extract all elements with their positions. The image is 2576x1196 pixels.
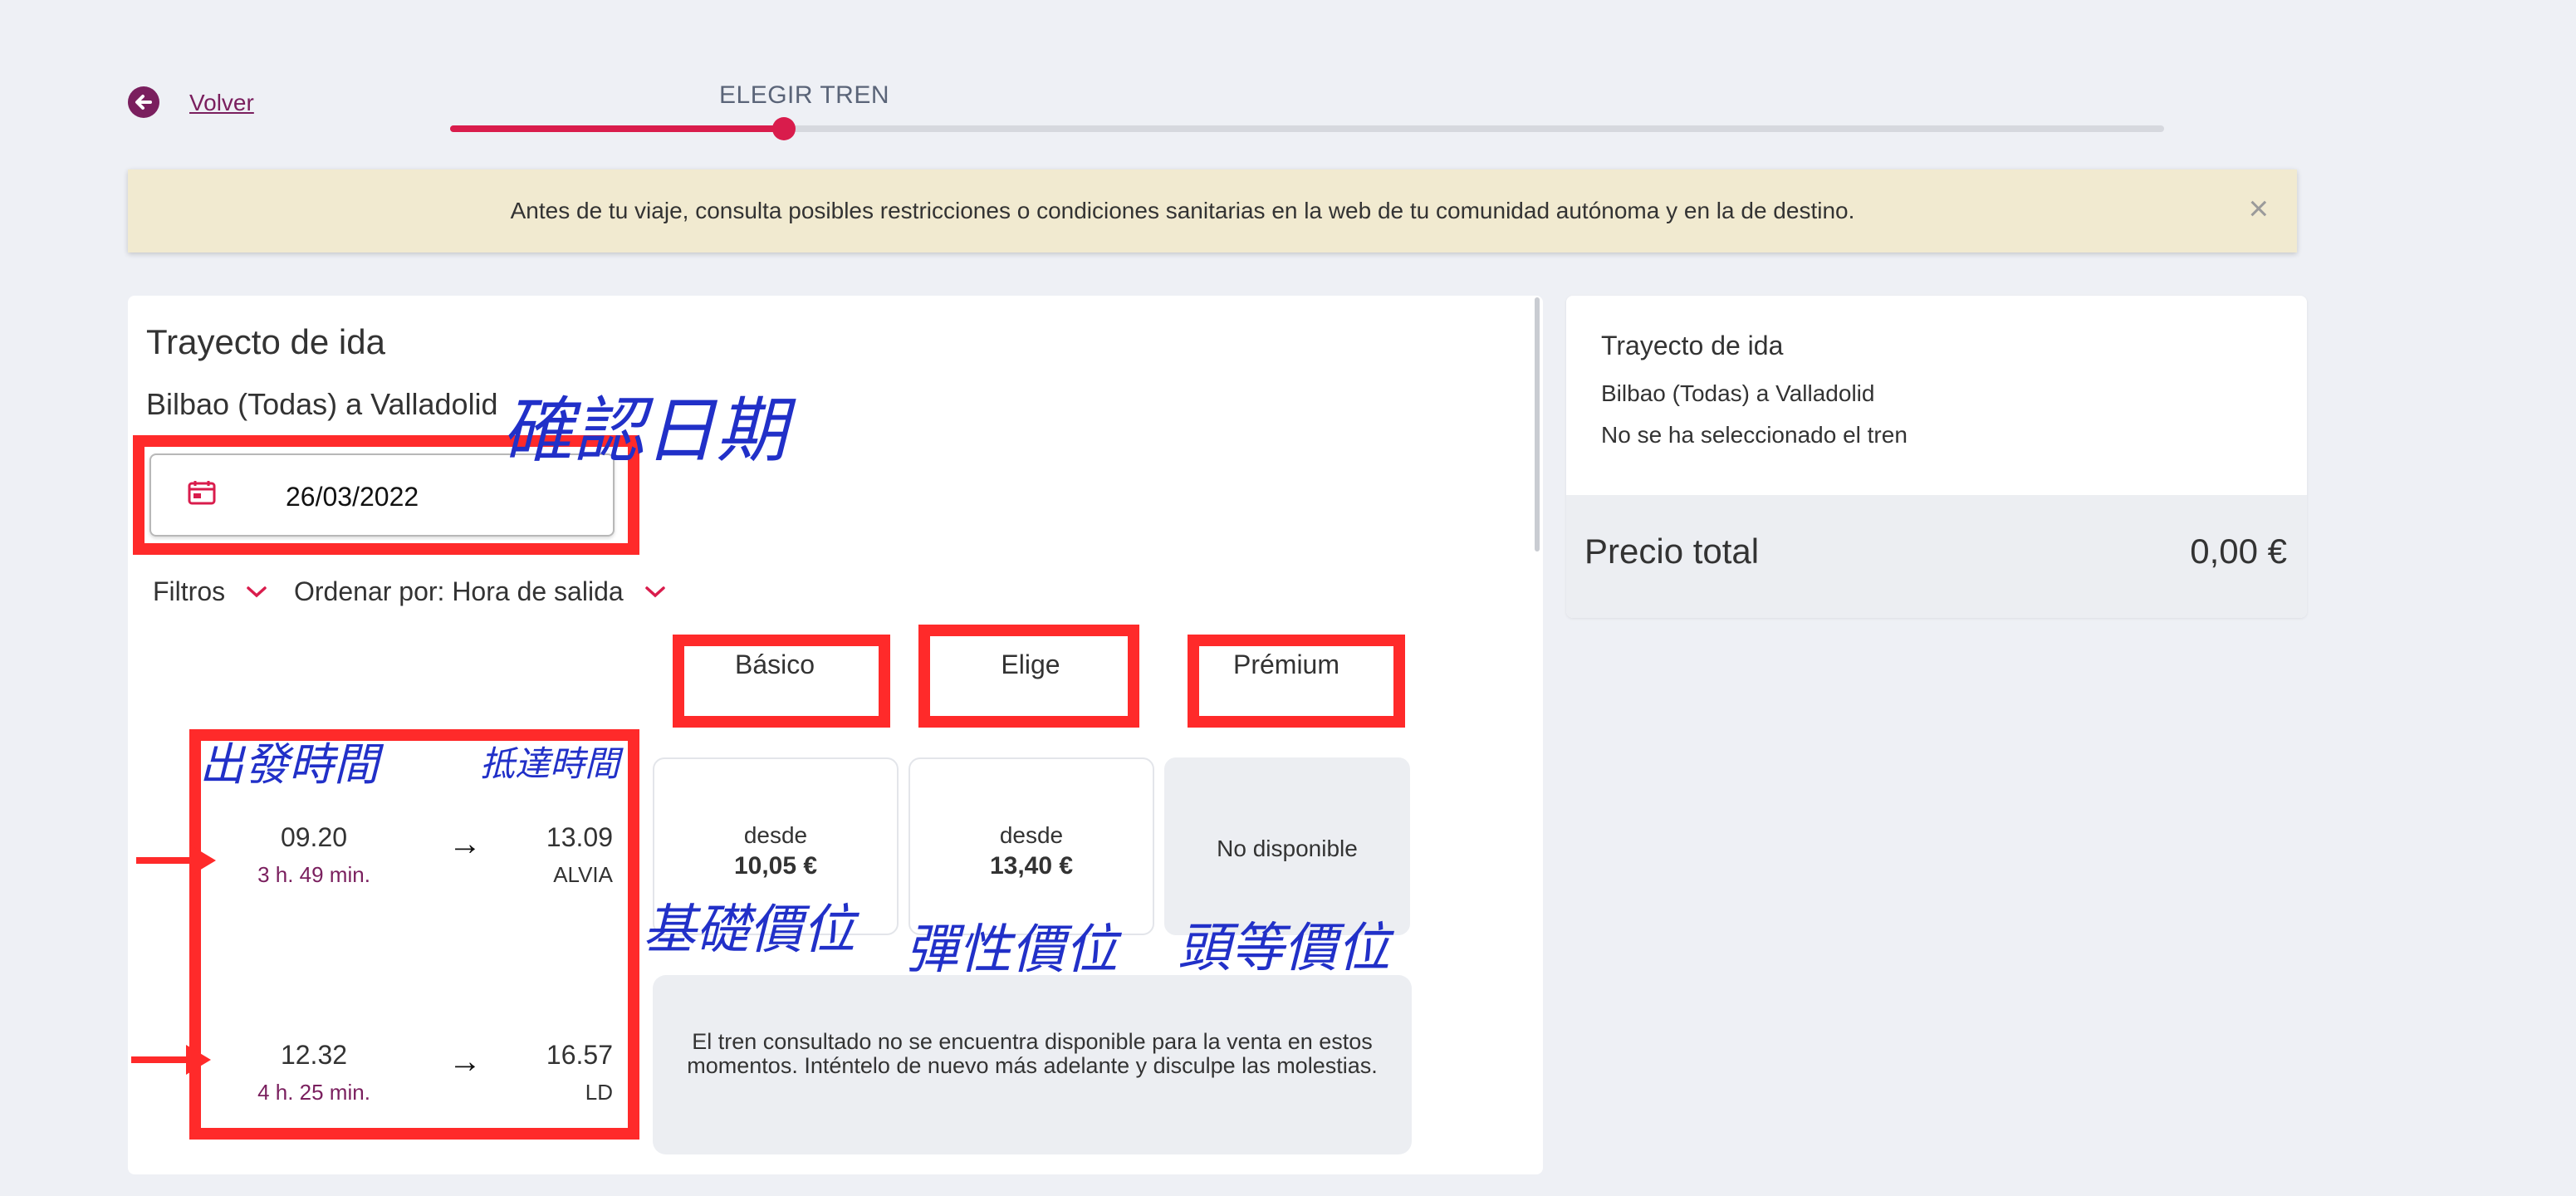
fare-from-label: desde	[743, 822, 808, 848]
annotation-arrow-icon	[131, 1045, 211, 1075]
scrollbar[interactable]	[1535, 297, 1540, 551]
summary-title: Trayecto de ida	[1601, 331, 1784, 360]
step-label: ELEGIR TREN	[719, 81, 889, 109]
annotation-box-elige	[918, 625, 1139, 728]
back-link[interactable]: Volver	[189, 90, 254, 116]
summary-route: Bilbao (Todas) a Valladolid	[1601, 380, 1875, 406]
annotation-basic-fare: 基礎價位	[643, 899, 855, 961]
chevron-down-icon[interactable]	[246, 585, 267, 604]
fare-unavailable: No disponible	[1217, 836, 1358, 861]
total-price-bar: Precio total 0,00 €	[1566, 495, 2307, 618]
outbound-route: Bilbao (Todas) a Valladolid	[146, 387, 498, 421]
annotation-arrival-time: 抵達時間	[480, 743, 620, 784]
annotation-box-premium	[1188, 635, 1405, 728]
total-price-value: 0,00 €	[2190, 532, 2287, 571]
close-icon[interactable]: ×	[2248, 191, 2269, 226]
trip-summary-card: Trayecto de ida Bilbao (Todas) a Vallado…	[1566, 296, 2307, 618]
fare-from-label: desde	[999, 822, 1064, 848]
annotation-first-class-fare: 頭等價位	[1178, 918, 1390, 979]
total-price-label: Precio total	[1584, 532, 1760, 571]
chevron-down-icon[interactable]	[644, 585, 666, 604]
summary-status: No se ha seleccionado el tren	[1601, 422, 1908, 448]
fare-price: 10,05 €	[733, 852, 818, 880]
travel-notice-banner: Antes de tu viaje, consulta posibles res…	[128, 169, 2297, 252]
notice-text: Antes de tu viaje, consulta posibles res…	[510, 198, 1855, 223]
annotation-departure-time: 出發時間	[199, 738, 379, 791]
annotation-flexible-fare: 彈性價位	[905, 919, 1118, 981]
progress-fill	[450, 125, 785, 132]
annotation-arrow-icon	[136, 846, 216, 875]
train-unavailable-panel: El tren consultado no se encuentra dispo…	[653, 975, 1412, 1154]
fare-price: 13,40 €	[989, 852, 1074, 880]
sort-dropdown[interactable]: Ordenar por: Hora de salida	[294, 576, 624, 607]
back-arrow-icon[interactable]	[128, 86, 159, 118]
unavailable-message: El tren consultado no se encuentra dispo…	[687, 1029, 1378, 1078]
progress-bar	[450, 125, 2164, 132]
annotation-box-basico	[673, 635, 890, 728]
filters-button[interactable]: Filtros	[153, 576, 225, 607]
outbound-title: Trayecto de ida	[146, 322, 385, 361]
progress-step-dot	[772, 117, 796, 140]
annotation-confirm-date: 確認日期	[502, 390, 787, 473]
